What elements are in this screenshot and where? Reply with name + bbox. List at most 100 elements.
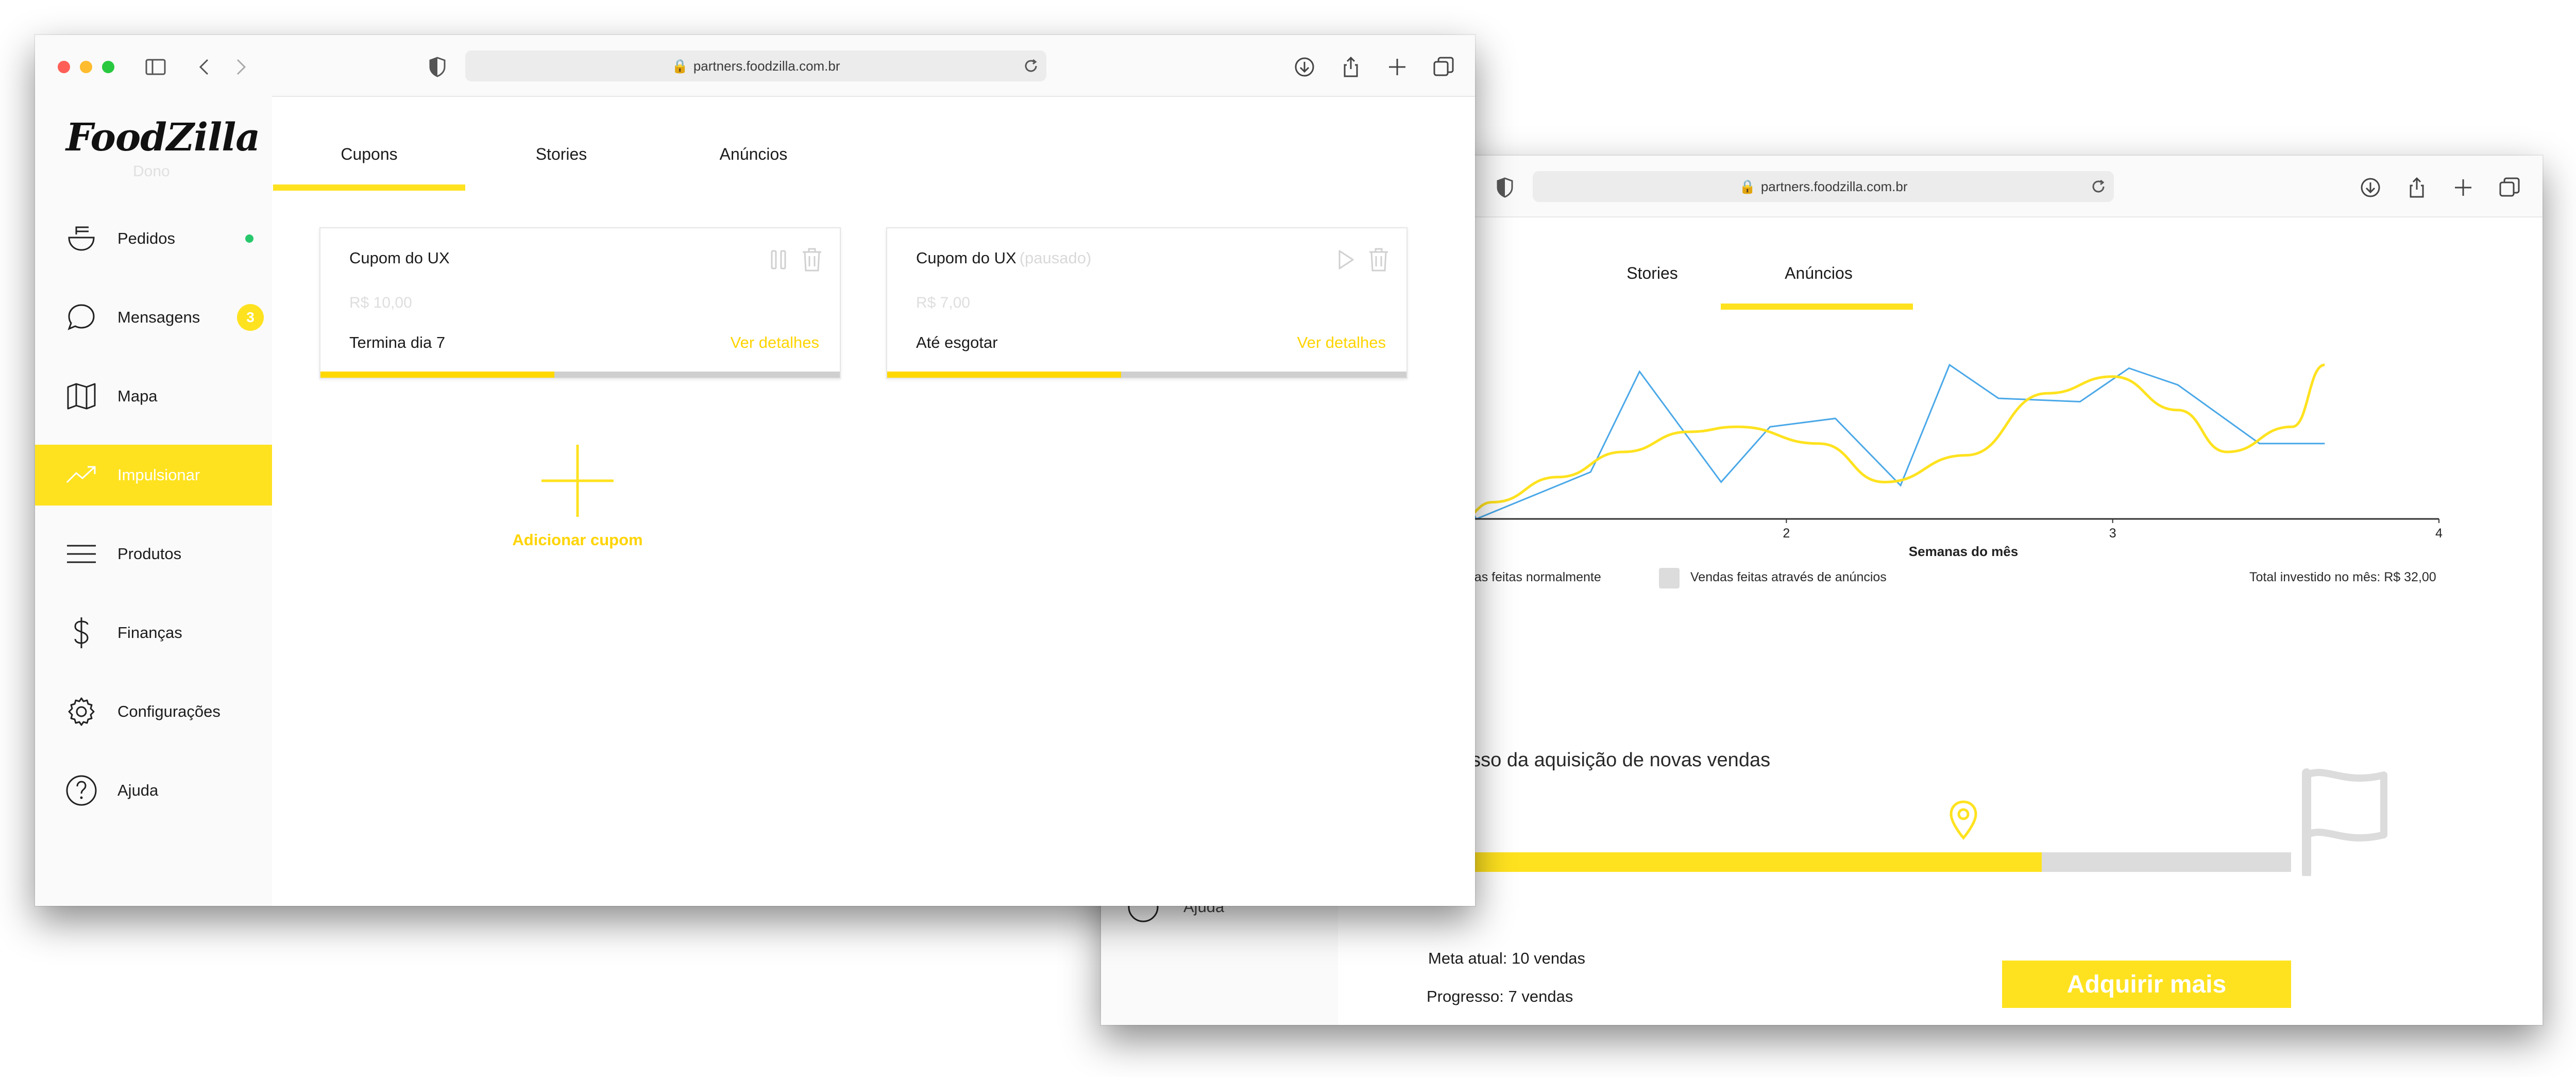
minimize-window-button[interactable] — [80, 61, 92, 73]
sidebar-item-label: Ajuda — [117, 781, 159, 799]
sidebar-item-pedidos[interactable]: Pedidos — [35, 208, 272, 269]
coupon-price: R$ 10,00 — [349, 294, 412, 311]
share-icon[interactable] — [2404, 175, 2429, 200]
add-coupon-plus-icon[interactable] — [541, 445, 614, 517]
sales-goal-progress-bar — [1460, 852, 2291, 872]
address-bar[interactable]: 🔒 partners.foodzilla.com.br — [465, 51, 1046, 81]
map-icon — [67, 383, 96, 410]
tabs-overview-icon[interactable] — [1431, 55, 1456, 79]
status-dot — [245, 234, 253, 243]
new-tab-icon[interactable] — [2451, 175, 2476, 200]
coupon-title: Cupom do UX — [349, 249, 450, 267]
share-icon[interactable] — [1338, 55, 1363, 79]
sidebar-item-ajuda[interactable]: Ajuda — [35, 760, 272, 821]
play-icon[interactable] — [1334, 247, 1357, 273]
lock-icon: 🔒 — [1739, 178, 1756, 194]
coupon-title: Cupom do UX (pausado) — [916, 249, 1092, 267]
total-invested: Total investido no mês: R$ 32,00 — [2249, 570, 2436, 584]
trash-icon[interactable] — [1367, 247, 1390, 273]
view-details-link[interactable]: Ver detalhes — [731, 333, 819, 352]
active-tab-underline — [1721, 304, 1913, 310]
sidebar-item-label: Mapa — [117, 387, 158, 405]
coupon-expiry: Até esgotar — [916, 333, 998, 351]
dollar-icon — [74, 617, 89, 648]
coupon-expiry: Termina dia 7 — [349, 333, 446, 351]
download-icon[interactable] — [1292, 55, 1317, 79]
reload-icon[interactable] — [1023, 58, 1039, 74]
url-text: partners.foodzilla.com.br — [693, 58, 840, 74]
pause-icon[interactable] — [768, 247, 790, 273]
add-coupon-button[interactable]: Adicionar cupom — [474, 531, 681, 549]
progress-text: Progresso: 7 vendas — [1427, 987, 1573, 1005]
sidebar-item-label: Pedidos — [117, 229, 176, 247]
chart-x-axis-label: Semanas do mês — [1909, 544, 2018, 559]
sidebar-item-mensagens[interactable]: Mensagens 3 — [35, 287, 272, 348]
sidebar-item-label: Impulsionar — [117, 466, 200, 484]
lock-icon: 🔒 — [671, 58, 688, 74]
tab-anuncios[interactable]: Anúncios — [1721, 264, 1917, 283]
unread-count-badge: 3 — [237, 304, 264, 331]
sidebar-item-label: Produtos — [117, 545, 182, 563]
tab-stories[interactable]: Stories — [465, 145, 657, 164]
trending-up-icon — [66, 466, 96, 483]
url-text: partners.foodzilla.com.br — [1760, 178, 1908, 194]
menu-lines-icon — [67, 545, 96, 563]
back-sidebar: Ajuda — [1101, 887, 1338, 1025]
front-browser-window: 🔒 partners.foodzilla.com.br FoodZilla Do… — [35, 35, 1475, 906]
sidebar-item-label: Configurações — [117, 702, 221, 720]
legend-ads-swatch — [1659, 568, 1680, 588]
browser-toolbar: 🔒 partners.foodzilla.com.br — [35, 35, 1475, 97]
sidebar-item-financas[interactable]: Finanças — [35, 602, 272, 663]
legend-normal-sales: ndas feitas normalmente — [1460, 570, 1601, 584]
tabs-overview-icon[interactable] — [2497, 175, 2522, 200]
legend-ads-sales: Vendas feitas através de anúncios — [1690, 570, 1887, 584]
chart-x-tick-label: 2 — [1783, 526, 1790, 541]
role-label: Dono — [133, 163, 170, 180]
new-tab-icon[interactable] — [1385, 55, 1410, 79]
reload-icon[interactable] — [2090, 178, 2107, 195]
forward-arrow-icon[interactable] — [228, 55, 253, 79]
active-tab-underline — [273, 184, 465, 191]
tab-anuncios[interactable]: Anúncios — [657, 145, 850, 164]
download-icon[interactable] — [2358, 175, 2383, 200]
coupon-card[interactable]: Cupom do UX R$ 10,00 Termina dia 7 Ver d… — [319, 227, 841, 379]
sidebar-item-produtos[interactable]: Produtos — [35, 524, 272, 584]
chart-series-line-1 — [1459, 363, 2325, 520]
progress-title: esso da aquisição de novas vendas — [1460, 749, 1771, 771]
acquire-more-button[interactable]: Adquirir mais — [2002, 961, 2291, 1008]
location-pin-icon — [1950, 800, 1977, 840]
chart-series-line-2 — [1460, 363, 2325, 520]
trash-icon[interactable] — [801, 247, 823, 273]
sales-goal-progress-fill — [1460, 852, 2042, 872]
address-bar[interactable]: 🔒 partners.foodzilla.com.br — [1533, 171, 2114, 202]
coupon-card[interactable]: Cupom do UX (pausado) R$ 7,00 Até esgotar… — [886, 227, 1408, 379]
bowl-icon — [68, 226, 95, 251]
zoom-window-button[interactable] — [102, 61, 114, 73]
coupon-progress-fill — [320, 372, 554, 378]
foodzilla-logo[interactable]: FoodZilla — [66, 115, 260, 160]
coupon-price: R$ 7,00 — [916, 294, 971, 311]
help-icon — [66, 775, 97, 806]
sidebar-item-mapa[interactable]: Mapa — [35, 366, 272, 427]
gear-icon — [68, 697, 95, 726]
close-window-button[interactable] — [58, 61, 70, 73]
sidebar-item-label: Mensagens — [117, 308, 200, 326]
coupon-progress-fill — [887, 372, 1121, 378]
chat-icon — [67, 304, 95, 330]
privacy-shield-icon[interactable] — [425, 55, 450, 79]
goal-flag-icon — [2302, 768, 2387, 876]
goal-text: Meta atual: 10 vendas — [1428, 949, 1586, 967]
sidebar-item-configuracoes[interactable]: Configurações — [35, 681, 272, 742]
back-arrow-icon[interactable] — [192, 55, 217, 79]
sidebar-item-label: Finanças — [117, 624, 182, 642]
sidebar-toggle-icon[interactable] — [143, 55, 168, 79]
paused-status: (pausado) — [1019, 249, 1092, 267]
tab-cupons[interactable]: Cupons — [273, 145, 465, 164]
privacy-shield-icon[interactable] — [1493, 175, 1517, 200]
chart-x-tick-label: 4 — [2435, 526, 2443, 541]
chart-x-tick-label: 3 — [2109, 526, 2116, 541]
sidebar-item-impulsionar[interactable]: Impulsionar — [35, 445, 272, 506]
coupon-progress-bar — [887, 372, 1406, 378]
coupon-progress-bar — [320, 372, 840, 378]
view-details-link[interactable]: Ver detalhes — [1297, 333, 1386, 352]
